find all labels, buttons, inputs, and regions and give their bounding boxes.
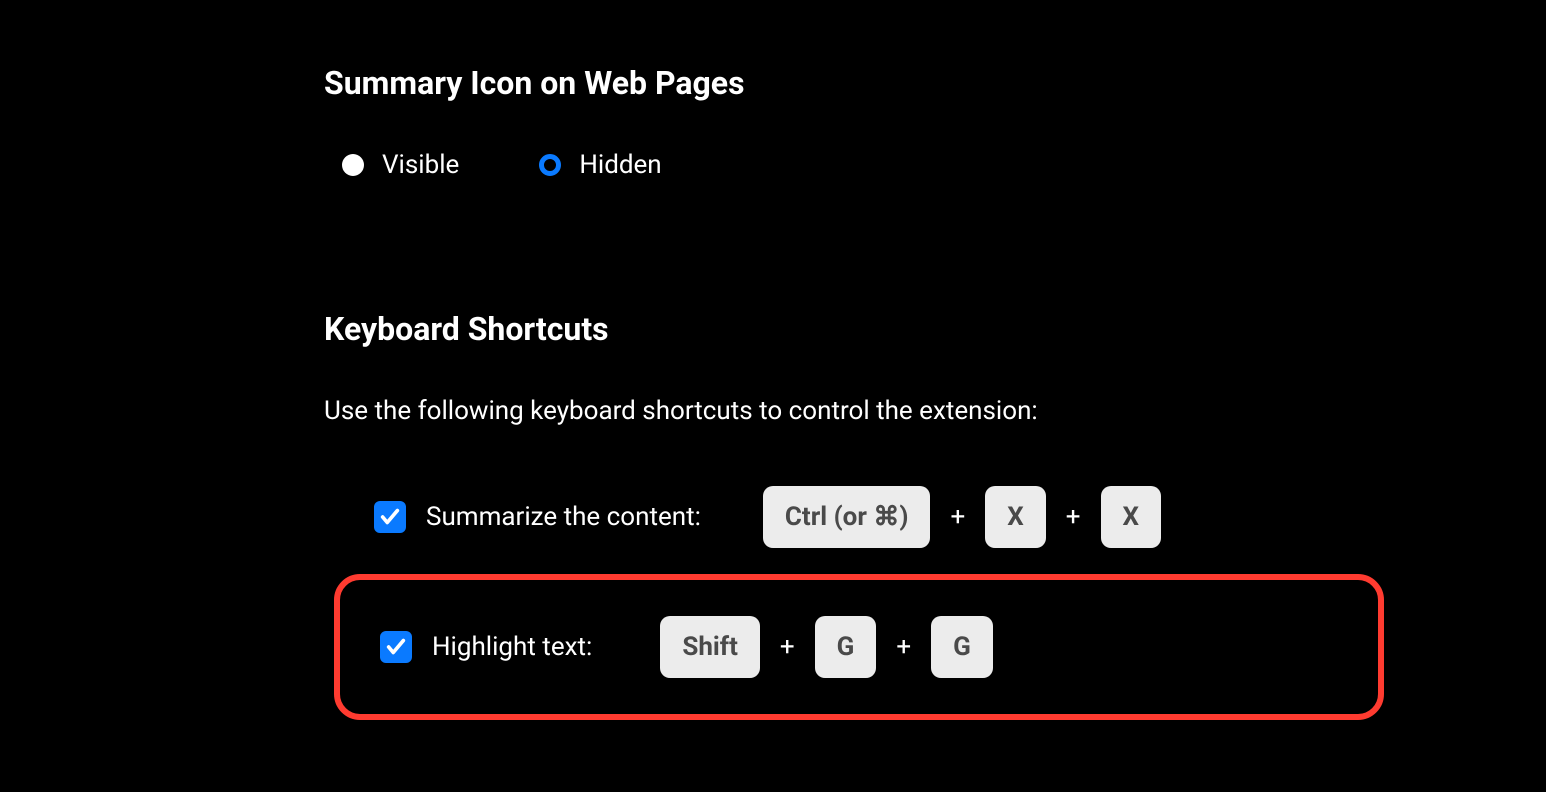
shortcuts-subtitle: Use the following keyboard shortcuts to … (324, 396, 1546, 426)
check-icon (385, 636, 407, 658)
plus-separator: + (780, 632, 795, 662)
checkbox-summarize[interactable] (374, 501, 406, 533)
shortcut-label-summarize: Summarize the content: (426, 502, 701, 532)
shortcut-label-highlight: Highlight text: (432, 632, 592, 662)
shortcut-row-summarize: Summarize the content: Ctrl (or ⌘) + X +… (324, 486, 1546, 548)
radio-icon (539, 154, 561, 176)
key-g-2: G (931, 616, 993, 678)
radio-label-visible: Visible (382, 150, 459, 180)
plus-separator: + (896, 632, 911, 662)
checkbox-highlight[interactable] (380, 631, 412, 663)
radio-option-hidden[interactable]: Hidden (539, 150, 661, 180)
shortcut-row-highlight: Highlight text: Shift + G + G (340, 616, 1338, 678)
check-icon (379, 506, 401, 528)
radio-label-hidden: Hidden (579, 150, 661, 180)
section-title-summary-icon: Summary Icon on Web Pages (324, 64, 1546, 102)
key-g-1: G (815, 616, 877, 678)
radio-group-visibility: Visible Hidden (324, 150, 1546, 180)
key-ctrl: Ctrl (or ⌘) (763, 486, 931, 548)
plus-separator: + (1066, 502, 1081, 532)
highlighted-shortcut-box: Highlight text: Shift + G + G (334, 574, 1384, 720)
key-shift: Shift (660, 616, 760, 678)
plus-separator: + (950, 502, 965, 532)
key-x-1: X (985, 486, 1046, 548)
radio-icon (342, 154, 364, 176)
radio-option-visible[interactable]: Visible (342, 150, 459, 180)
key-x-2: X (1101, 486, 1162, 548)
section-title-keyboard-shortcuts: Keyboard Shortcuts (324, 310, 1546, 348)
